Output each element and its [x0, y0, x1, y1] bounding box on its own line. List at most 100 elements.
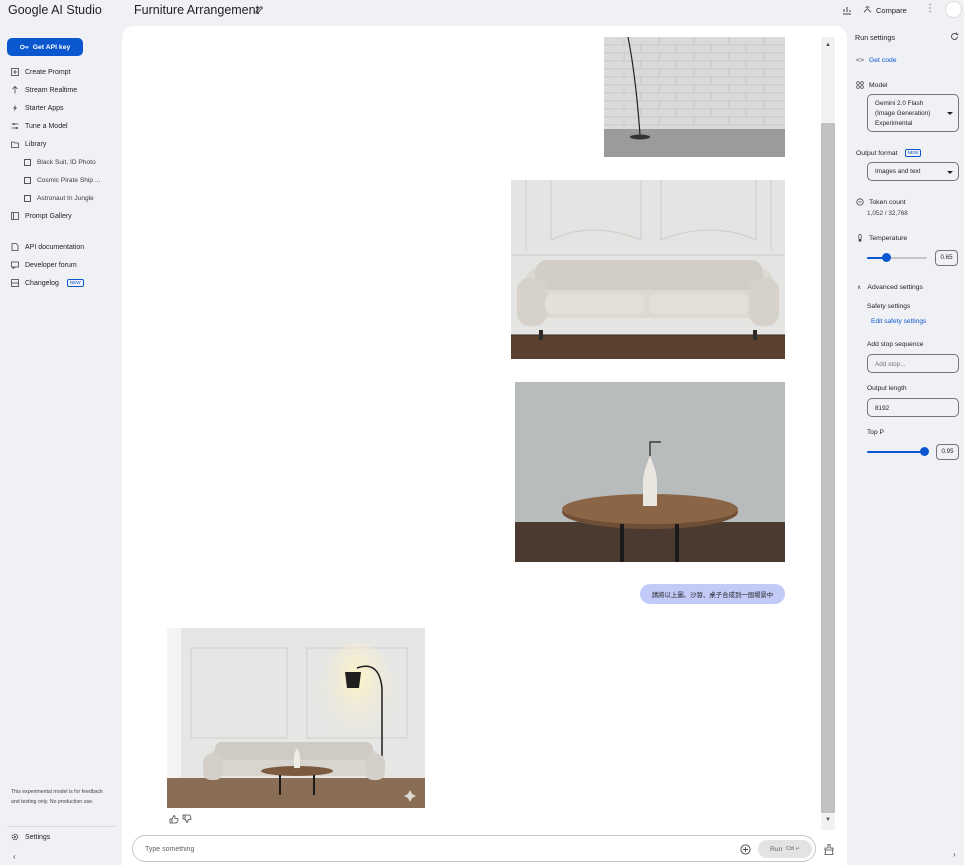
model-select[interactable]: Gemini 2.0 Flash (Image Generation) Expe… [867, 94, 959, 132]
output-format-label: Output format [856, 149, 898, 157]
share-icon[interactable] [841, 4, 853, 16]
reset-settings-icon[interactable] [950, 32, 959, 41]
compare-label: Compare [876, 5, 907, 15]
get-api-key-label: Get API key [32, 43, 71, 51]
forum-icon [11, 261, 19, 269]
run-label: Run [770, 845, 783, 853]
add-media-icon[interactable] [740, 844, 751, 855]
collapse-sidebar-icon[interactable]: ‹ [13, 852, 16, 861]
model-select-value: Gemini 2.0 Flash (Image Generation) Expe… [875, 100, 931, 127]
new-badge: NEW [66, 279, 84, 287]
more-options-icon[interactable]: ⋮ [925, 4, 935, 14]
tune-icon [11, 123, 19, 129]
chevron-down-icon [947, 171, 953, 174]
run-shortcut: Ctrl ↵ [786, 846, 800, 852]
get-code-link[interactable]: <> Get code [856, 57, 897, 64]
chat-prompt-icon [24, 194, 31, 202]
sidebar-item-stream-realtime[interactable]: Stream Realtime [11, 84, 77, 96]
library-item-label: Cosmic Pirate Ship ... [37, 176, 101, 184]
settings-label: Settings [25, 833, 51, 841]
get-api-key-button[interactable]: Get API key [7, 38, 83, 56]
stream-icon [12, 86, 18, 94]
sidebar-item-label: Tune a Model [25, 122, 68, 130]
prompt-input[interactable] [145, 843, 705, 855]
run-settings-title: Run settings [855, 33, 895, 42]
sidebar-item-settings[interactable]: Settings [11, 833, 50, 841]
chat-scrollbar-thumb[interactable] [821, 123, 835, 813]
changelog-icon [11, 279, 19, 287]
code-icon: <> [856, 57, 864, 64]
model-label-row: Model [856, 81, 888, 89]
run-settings-panel: Run settings <> Get code Model Gemini 2.… [847, 24, 964, 865]
left-sidebar: Get API key Create Prompt Stream Realtim… [0, 24, 122, 865]
avatar[interactable] [945, 1, 962, 18]
compare-icon [863, 5, 872, 13]
thumbs-down-icon[interactable] [182, 814, 192, 824]
sidebar-item-label: Library [25, 140, 47, 148]
scroll-up-icon[interactable]: ▲ [823, 41, 833, 49]
docs-icon [11, 243, 19, 251]
sidebar-item-label: Changelog [25, 279, 59, 287]
generated-scene-image[interactable] [167, 628, 425, 808]
token-count-label: Token count [869, 198, 906, 206]
edit-title-icon[interactable] [254, 5, 264, 15]
sidebar-item-label: Create Prompt [25, 68, 71, 76]
chat-prompt-icon [24, 176, 31, 184]
experimental-disclaimer: This experimental model is for feedback … [11, 789, 103, 805]
create-prompt-icon [11, 68, 19, 76]
library-item-label: Astronaut In Jungle [37, 194, 94, 202]
library-item-black-suit[interactable]: Black Suit, ID Photo [24, 156, 96, 168]
sidebar-item-library[interactable]: Library [11, 138, 46, 150]
chevron-down-icon [947, 112, 953, 115]
sidebar-item-developer-forum[interactable]: Developer forum [11, 259, 77, 271]
temperature-value[interactable]: 0.65 [935, 250, 958, 266]
output-length-input[interactable] [875, 403, 955, 413]
advanced-settings-toggle[interactable]: ∧ Advanced settings [857, 284, 923, 291]
prompt-title[interactable]: Furniture Arrangement [134, 3, 259, 17]
output-length-field [867, 398, 959, 417]
token-count-value: 1,052 / 32,768 [867, 210, 908, 217]
stop-sequence-input[interactable] [875, 359, 955, 369]
thumbs-up-icon[interactable] [169, 814, 179, 824]
user-message-bubble: 請將以上圖、沙發、桌子合成到一個場景中 [640, 584, 785, 604]
top-p-value[interactable]: 0.95 [936, 444, 959, 460]
sidebar-item-label: API documentation [25, 243, 85, 251]
sidebar-item-api-docs[interactable]: API documentation [11, 241, 84, 253]
table-image[interactable] [515, 382, 785, 562]
compare-button[interactable]: Compare [863, 3, 907, 17]
brand-logo[interactable]: Google AI Studio [8, 3, 102, 17]
sofa-image[interactable] [511, 180, 785, 359]
key-icon [19, 44, 29, 50]
sidebar-item-starter-apps[interactable]: Starter Apps [11, 102, 64, 114]
temperature-slider-handle[interactable] [882, 253, 891, 262]
advanced-settings-label: Advanced settings [867, 284, 923, 291]
clear-chat-icon[interactable] [824, 844, 834, 855]
output-format-value: Images and text [875, 168, 921, 175]
output-format-label-row: Output format NEW [856, 149, 922, 157]
scroll-down-icon[interactable]: ▼ [823, 816, 833, 824]
chevron-up-icon: ∧ [857, 285, 862, 291]
top-p-slider-handle[interactable] [919, 447, 929, 456]
edit-safety-settings-link[interactable]: Edit safety settings [871, 318, 926, 325]
library-item-cosmic-pirate[interactable]: Cosmic Pirate Ship ... [24, 174, 100, 186]
collapse-panel-icon[interactable]: › [953, 850, 956, 859]
gear-icon [11, 833, 19, 841]
token-count-label-row: Token count [856, 198, 906, 206]
sidebar-item-prompt-gallery[interactable]: Prompt Gallery [11, 210, 72, 222]
lamp-image[interactable] [604, 37, 785, 157]
sidebar-item-tune-model[interactable]: Tune a Model [11, 120, 68, 132]
sidebar-item-label: Starter Apps [25, 104, 64, 112]
model-icon [856, 81, 864, 89]
temperature-label-row: Temperature [856, 234, 907, 242]
sidebar-item-create-prompt[interactable]: Create Prompt [11, 66, 71, 78]
output-format-select[interactable]: Images and text [867, 162, 959, 181]
library-item-astronaut[interactable]: Astronaut In Jungle [24, 192, 94, 204]
new-badge: NEW [904, 149, 922, 157]
stop-sequence-field [867, 354, 959, 373]
sidebar-item-changelog[interactable]: Changelog NEW [11, 277, 84, 289]
run-button[interactable]: Run Ctrl ↵ [758, 840, 812, 858]
library-item-label: Black Suit, ID Photo [37, 158, 96, 166]
top-p-slider-fill [867, 451, 924, 453]
temperature-label: Temperature [869, 234, 908, 242]
sidebar-item-label: Stream Realtime [25, 86, 78, 94]
